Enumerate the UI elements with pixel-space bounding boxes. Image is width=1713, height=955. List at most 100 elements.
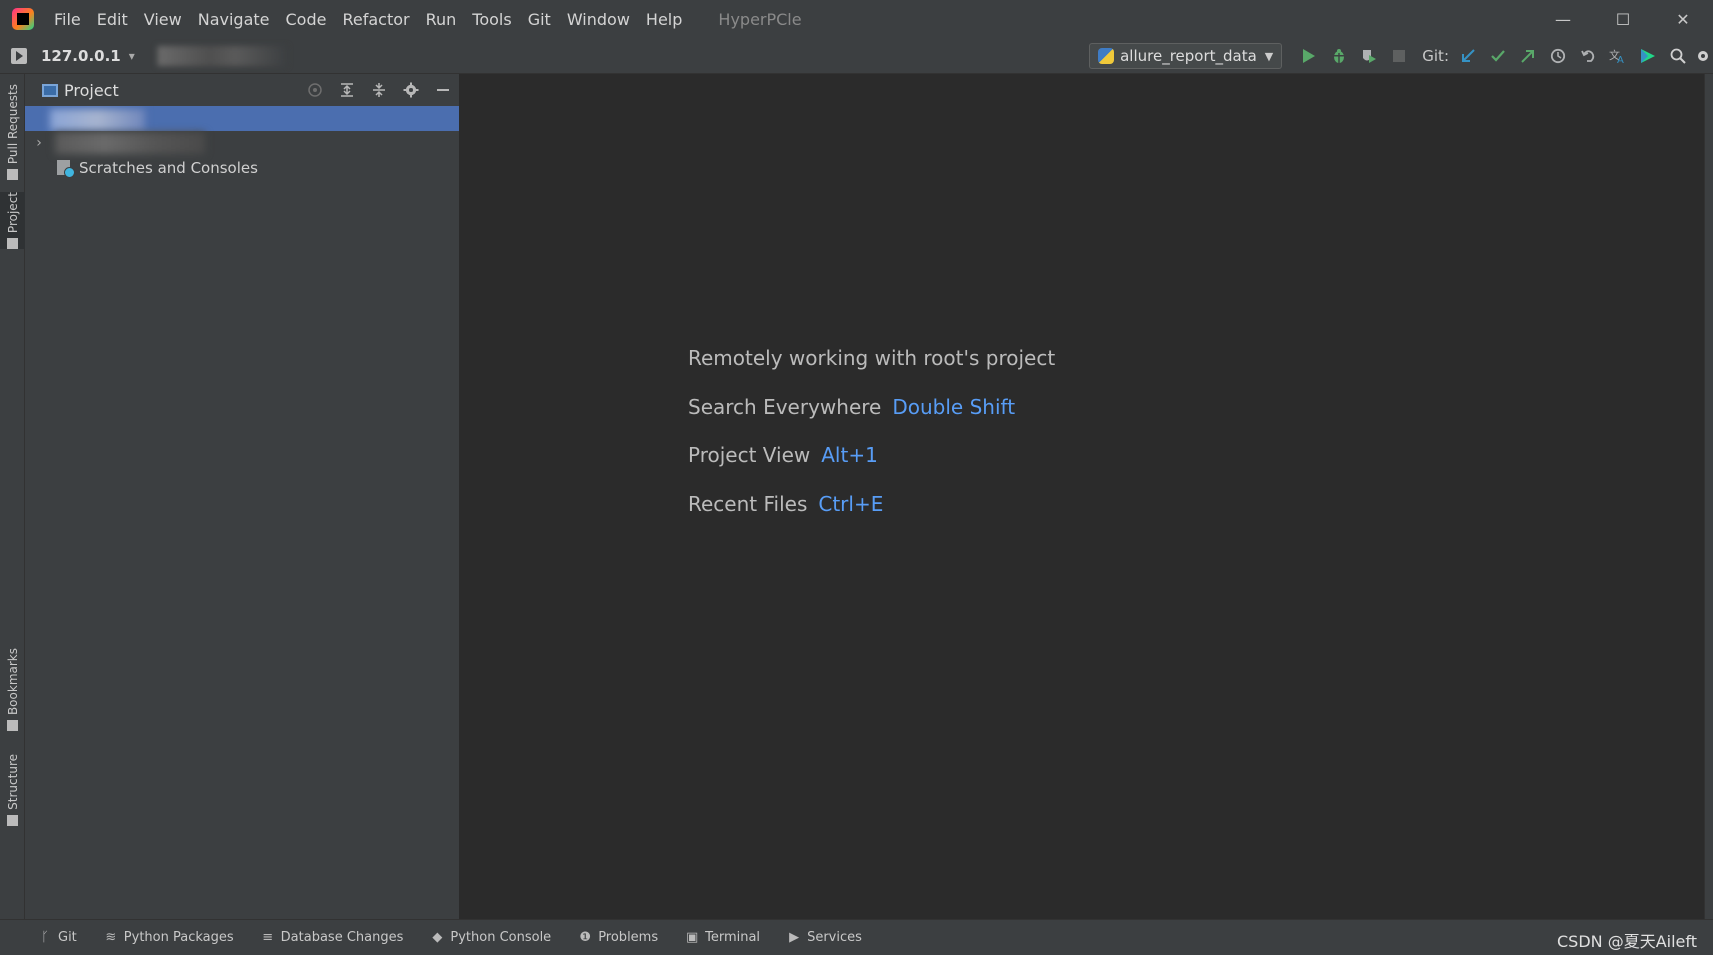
remote-host-icon[interactable] — [11, 47, 27, 64]
project-tool-window: Project › Scratches and Consoles — [25, 74, 460, 919]
bottom-tab-services-label: Services — [807, 930, 862, 945]
problems-icon: ❶ — [579, 930, 592, 945]
structure-tab[interactable]: Structure — [0, 754, 25, 826]
close-button[interactable]: ✕ — [1653, 0, 1713, 38]
menu-git[interactable]: Git — [528, 8, 551, 31]
project-panel-title[interactable]: Project — [64, 81, 119, 100]
maximize-button[interactable]: ☐ — [1593, 0, 1653, 38]
hint-project-view-text: Project View — [688, 443, 811, 467]
bottom-tab-terminal[interactable]: ▣ Terminal — [685, 930, 760, 945]
translate-icon[interactable]: 文A — [1603, 38, 1633, 74]
select-opened-file-icon[interactable] — [299, 74, 331, 106]
hide-panel-icon[interactable] — [427, 74, 459, 106]
bottom-tab-problems[interactable]: ❶ Problems — [578, 930, 658, 945]
python-console-icon: ◆ — [432, 930, 443, 945]
project-view-icon — [42, 83, 58, 97]
bottom-tab-services[interactable]: ▶ Services — [787, 930, 862, 945]
chevron-down-icon[interactable]: ▾ — [129, 49, 135, 63]
git-history-icon[interactable] — [1543, 38, 1573, 74]
title-menu-bar: File Edit View Navigate Code Refactor Ru… — [0, 0, 1713, 38]
pull-requests-label: Pull Requests — [5, 84, 20, 165]
git-label: Git: — [1422, 47, 1449, 65]
redacted-project-root — [50, 109, 145, 131]
git-branch-icon: ᚴ — [41, 930, 49, 945]
gear-icon[interactable] — [395, 74, 427, 106]
project-panel-header: Project — [25, 74, 459, 106]
bottom-tab-python-packages[interactable]: ≋ Python Packages — [104, 930, 234, 945]
run-with-coverage-icon[interactable] — [1354, 38, 1384, 74]
hint-search-shortcut: Double Shift — [892, 394, 1016, 419]
bottom-tab-database-changes-label: Database Changes — [280, 930, 404, 945]
debug-icon[interactable] — [1324, 38, 1354, 74]
bottom-tab-problems-label: Problems — [598, 930, 659, 945]
toolbar-right: allure_report_data ▼ Git: 文 A — [1089, 38, 1713, 74]
tree-row-project[interactable]: › — [25, 131, 459, 155]
window-controls: — ☐ ✕ — [1533, 0, 1713, 38]
remote-host-label[interactable]: 127.0.0.1 — [41, 47, 121, 65]
menu-window[interactable]: Window — [567, 8, 630, 31]
git-update-icon[interactable] — [1453, 38, 1483, 74]
bottom-tool-window-bar: ᚴ Git ≋ Python Packages ≡ Database Chang… — [0, 919, 1713, 955]
bottom-tab-git-label: Git — [58, 930, 77, 945]
hint-project-view-shortcut: Alt+1 — [821, 443, 878, 467]
layers-icon: ≋ — [105, 930, 117, 945]
pull-request-icon — [7, 169, 18, 181]
tree-row-scratches[interactable]: Scratches and Consoles — [25, 156, 459, 180]
menu-file[interactable]: File — [54, 8, 81, 31]
menu-run[interactable]: Run — [426, 8, 457, 31]
svg-text:A: A — [1617, 55, 1624, 64]
redacted-project-name — [55, 132, 205, 154]
menu-tools[interactable]: Tools — [472, 8, 511, 31]
redacted-breadcrumb — [156, 45, 287, 66]
project-tab-label: Project — [5, 192, 20, 234]
dropdown-arrow-icon: ▼ — [1264, 49, 1274, 63]
git-commit-icon[interactable] — [1483, 38, 1513, 74]
menu-help[interactable]: Help — [646, 8, 682, 31]
search-icon[interactable] — [1663, 38, 1693, 74]
bookmarks-label: Bookmarks — [5, 648, 20, 716]
bottom-tab-git[interactable]: ᚴ Git — [38, 930, 77, 945]
menu-refactor[interactable]: Refactor — [342, 8, 409, 31]
menu-view[interactable]: View — [144, 8, 182, 31]
settings-gear-icon[interactable] — [1693, 38, 1713, 74]
structure-icon — [7, 814, 18, 826]
bottom-tab-database-changes[interactable]: ≡ Database Changes — [261, 930, 404, 945]
bottom-tab-python-packages-label: Python Packages — [123, 930, 234, 945]
minimize-button[interactable]: — — [1533, 0, 1593, 38]
terminal-icon: ▣ — [685, 930, 699, 945]
menu-code[interactable]: Code — [286, 8, 327, 31]
window-title: HyperPCle — [718, 9, 802, 29]
bottom-tab-python-console[interactable]: ◆ Python Console — [430, 930, 551, 945]
project-tab[interactable]: Project — [0, 192, 25, 250]
main-toolbar: 127.0.0.1 ▾ allure_report_data ▼ Git: 文 … — [0, 38, 1713, 74]
run-configuration-selector[interactable]: allure_report_data ▼ — [1089, 43, 1283, 69]
services-icon: ▶ — [789, 930, 800, 945]
database-icon: ≡ — [262, 930, 274, 945]
bookmark-icon — [7, 720, 18, 732]
rollback-icon[interactable] — [1573, 38, 1603, 74]
hint-project-view: Project View Alt+1 — [688, 443, 1055, 492]
hint-search-text: Search Everywhere — [688, 394, 882, 419]
python-icon — [1098, 48, 1115, 64]
hint-recent-files-shortcut: Ctrl+E — [818, 491, 884, 516]
git-push-icon[interactable] — [1513, 38, 1543, 74]
jetbrains-gateway-icon[interactable] — [1633, 38, 1663, 74]
editor-empty-area[interactable]: Remotely working with root's project Sea… — [461, 74, 1704, 919]
bookmarks-tab[interactable]: Bookmarks — [0, 648, 25, 732]
expand-all-icon[interactable] — [331, 74, 363, 106]
hint-recent-files: Recent Files Ctrl+E — [688, 492, 1055, 541]
collapse-all-icon[interactable] — [363, 74, 395, 106]
hint-recent-files-text: Recent Files — [688, 491, 808, 516]
run-icon[interactable] — [1294, 38, 1324, 74]
run-configuration-label: allure_report_data — [1120, 47, 1257, 65]
pull-requests-tab[interactable]: Pull Requests — [0, 84, 25, 181]
menu-edit[interactable]: Edit — [97, 8, 128, 31]
scratches-label: Scratches and Consoles — [79, 159, 258, 177]
menu-navigate[interactable]: Navigate — [198, 8, 270, 31]
right-tool-stripe — [1704, 74, 1713, 919]
bottom-tab-terminal-label: Terminal — [705, 930, 761, 945]
pycharm-logo-icon[interactable] — [12, 8, 34, 30]
stop-icon[interactable] — [1384, 38, 1414, 74]
chevron-right-icon[interactable]: › — [27, 135, 51, 151]
tree-row-selected[interactable] — [25, 106, 459, 131]
